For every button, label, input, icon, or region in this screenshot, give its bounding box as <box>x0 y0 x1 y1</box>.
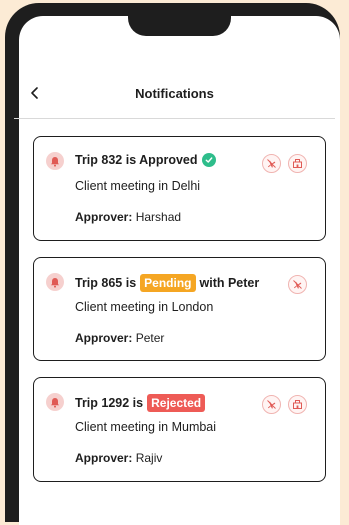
approver-line: Approver: Harshad <box>75 210 181 224</box>
approver-name: Harshad <box>135 210 182 224</box>
notification-title: Trip 1292 is Rejected <box>75 394 209 412</box>
flight-cancel-icon[interactable] <box>262 395 281 414</box>
status-badge-pending: Pending <box>140 274 196 292</box>
approver-line: Approver: Rajiv <box>75 451 162 465</box>
bell-icon <box>46 273 64 291</box>
status-badge-rejected: Rejected <box>147 394 206 412</box>
approver-name: Peter <box>135 331 165 345</box>
phone-notch <box>128 16 231 36</box>
trip-description: Client meeting in Delhi <box>75 179 201 193</box>
page-title: Notifications <box>135 86 214 101</box>
bell-icon <box>46 393 64 411</box>
hotel-icon[interactable] <box>288 154 307 173</box>
bell-icon <box>46 152 64 170</box>
trip-status-text: Trip 865 is <box>75 276 137 290</box>
trip-description: Client meeting in Mumbai <box>75 420 217 434</box>
approved-check-icon <box>201 153 216 167</box>
notification-title: Trip 865 is Pending with Peter <box>75 274 259 292</box>
approver-label: Approver: <box>75 210 133 224</box>
approver-label: Approver: <box>75 331 133 345</box>
trip-status-text: Trip 1292 is <box>75 396 144 410</box>
trip-status-text: Trip 832 is Approved <box>75 153 198 167</box>
flight-cancel-icon[interactable] <box>288 275 307 294</box>
notification-card[interactable]: Trip 1292 is Rejected Client meeting in … <box>33 377 326 482</box>
hotel-icon[interactable] <box>288 395 307 414</box>
app-header: Notifications <box>14 78 335 119</box>
trip-status-suffix: with Peter <box>199 276 260 290</box>
approver-line: Approver: Peter <box>75 331 164 345</box>
approver-label: Approver: <box>75 451 133 465</box>
flight-cancel-icon[interactable] <box>262 154 281 173</box>
notification-card[interactable]: Trip 865 is Pending with Peter Client me… <box>33 257 326 361</box>
notification-card[interactable]: Trip 832 is Approved Client meeting in D… <box>33 136 326 241</box>
notification-title: Trip 832 is Approved <box>75 153 216 167</box>
approver-name: Rajiv <box>135 451 163 465</box>
trip-description: Client meeting in London <box>75 300 214 314</box>
